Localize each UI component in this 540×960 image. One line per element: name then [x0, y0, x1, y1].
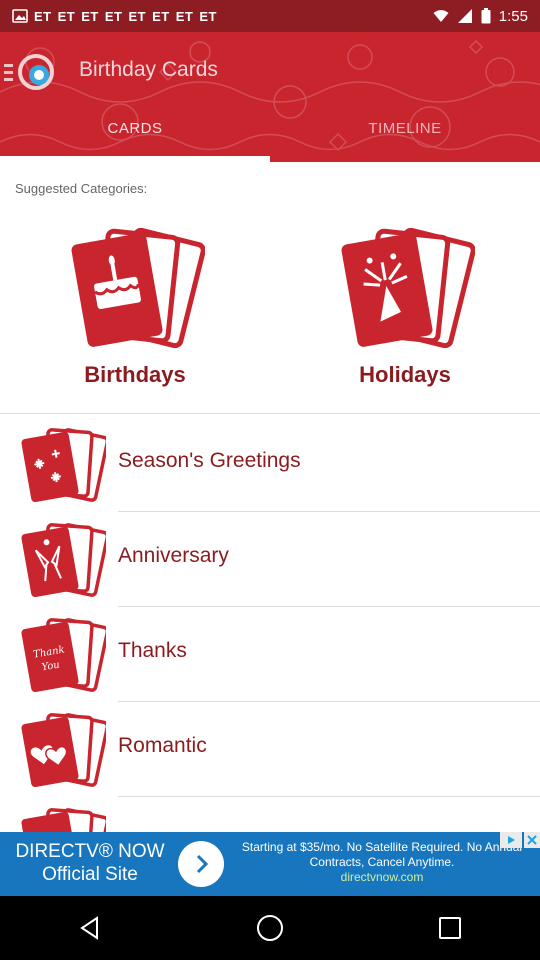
- recents-square-icon: [439, 917, 461, 939]
- notification-et-8: ET: [199, 8, 217, 24]
- notification-et-2: ET: [57, 8, 76, 24]
- ad-url[interactable]: directvnow.com: [232, 870, 532, 885]
- app-screen: ET ET ET ET ET ET ET ET 1:55 Birthday Ca…: [0, 0, 540, 960]
- category-list: Season's Greetings Anniversary Thank You…: [0, 417, 540, 832]
- category-birthdays-label: Birthdays: [84, 362, 186, 387]
- tab-timeline[interactable]: TIMELINE: [270, 120, 540, 162]
- home-button[interactable]: [240, 898, 300, 958]
- notification-et-1: ET: [34, 8, 52, 24]
- ad-title-line2: Official Site: [42, 864, 138, 885]
- ad-arrow-button[interactable]: [178, 841, 224, 887]
- thank-you-card-icon: Thank You: [21, 618, 106, 693]
- list-item-label: Anniversary: [118, 544, 229, 567]
- category-birthdays[interactable]: Birthdays: [0, 228, 270, 398]
- list-item-romantic[interactable]: Romantic: [0, 702, 540, 797]
- suggested-categories-label: Suggested Categories:: [15, 181, 148, 196]
- list-item-label: Thanks: [118, 639, 187, 662]
- list-item-get-well[interactable]: [0, 797, 540, 832]
- list-item-label: Season's Greetings: [118, 449, 301, 472]
- menu-button[interactable]: [4, 52, 60, 92]
- main-content: Suggested Categories: Birthdays Holidays…: [0, 162, 540, 832]
- ad-body-text: Starting at $35/mo. No Satellite Require…: [241, 840, 523, 869]
- get-well-card-icon: [21, 808, 106, 832]
- chevron-right-icon: [196, 854, 209, 874]
- signal-icon: [457, 9, 472, 23]
- notification-et-3: ET: [81, 8, 99, 24]
- ad-body: Starting at $35/mo. No Satellite Require…: [232, 840, 532, 885]
- notification-icons: ET ET ET ET ET ET ET ET: [12, 8, 217, 24]
- app-logo-icon: [18, 54, 54, 90]
- birthday-cake-card-icon: [71, 228, 205, 348]
- category-holidays[interactable]: Holidays: [270, 228, 540, 398]
- home-circle-icon: [257, 915, 283, 941]
- list-item-thanks[interactable]: Thank You Thanks: [0, 607, 540, 702]
- notification-et-6: ET: [152, 8, 170, 24]
- ad-choices-icon[interactable]: [500, 832, 522, 848]
- app-header: Birthday Cards CARDS TIMELINE: [0, 32, 540, 162]
- app-title: Birthday Cards: [79, 58, 218, 81]
- clock: 1:55: [498, 7, 528, 25]
- ad-title: DIRECTV® NOW Official Site: [0, 840, 180, 886]
- recents-button[interactable]: [420, 898, 480, 958]
- wifi-icon: [433, 10, 449, 22]
- champagne-glasses-card-icon: [21, 523, 106, 598]
- notification-et-7: ET: [175, 8, 194, 24]
- list-item-seasons-greetings[interactable]: Season's Greetings: [0, 417, 540, 512]
- back-triangle-icon: [80, 916, 98, 940]
- ad-title-line1: DIRECTV® NOW: [15, 841, 165, 862]
- system-nav-bar: [0, 896, 540, 960]
- notification-et-5: ET: [128, 8, 147, 24]
- battery-icon: [481, 8, 491, 24]
- notification-et-4: ET: [104, 8, 123, 24]
- party-popper-card-icon: [341, 228, 475, 348]
- snowflake-card-icon: [21, 428, 106, 503]
- divider: [0, 413, 540, 414]
- category-holidays-label: Holidays: [359, 362, 451, 387]
- back-button[interactable]: [60, 898, 120, 958]
- status-bar: ET ET ET ET ET ET ET ET 1:55: [0, 0, 540, 32]
- list-item-label: Romantic: [118, 734, 207, 757]
- list-item-anniversary[interactable]: Anniversary: [0, 512, 540, 607]
- image-notification-icon: [12, 9, 28, 23]
- ad-banner[interactable]: DIRECTV® NOW Official Site Starting at $…: [0, 832, 540, 896]
- status-indicators: 1:55: [433, 8, 528, 25]
- hamburger-icon: [4, 63, 13, 81]
- hearts-card-icon: [21, 713, 106, 788]
- ad-close-icon[interactable]: [524, 832, 540, 848]
